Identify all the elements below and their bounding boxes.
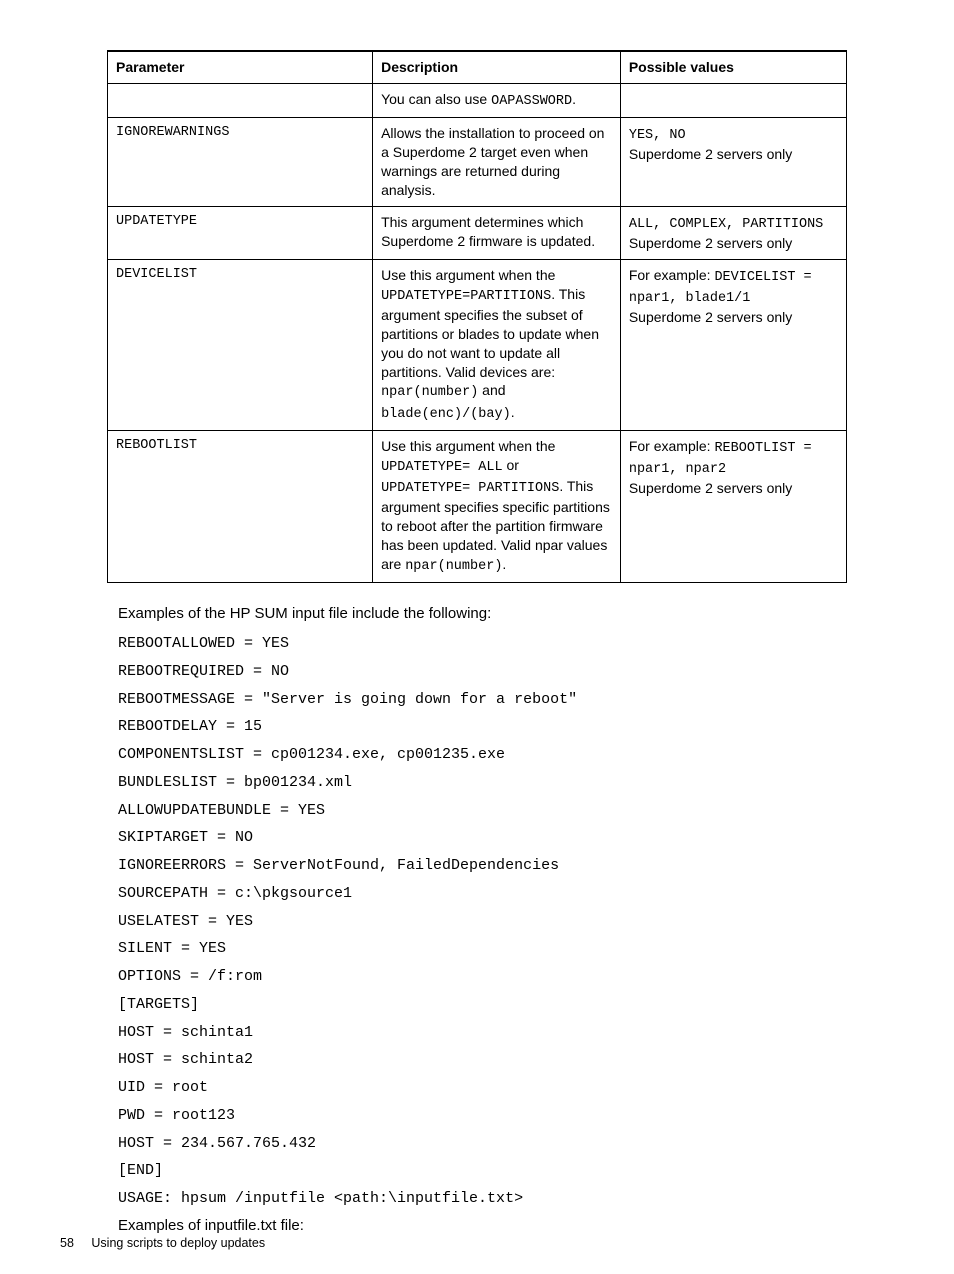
table-row: You can also use OAPASSWORD. (108, 83, 847, 117)
text: Superdome 2 servers only (629, 235, 792, 251)
page-number: 58 (60, 1236, 74, 1250)
text: You can also use (381, 91, 491, 107)
col-parameter: Parameter (108, 51, 373, 83)
code-text: blade(enc)/(bay) (381, 407, 511, 422)
text: . (511, 404, 515, 420)
table-row: UPDATETYPE This argument determines whic… (108, 206, 847, 259)
text: and (478, 382, 505, 398)
text: Superdome 2 servers only (629, 146, 792, 162)
table-row: REBOOTLIST Use this argument when the UP… (108, 430, 847, 582)
document-page: Parameter Description Possible values Yo… (0, 0, 954, 1274)
parameter-table: Parameter Description Possible values Yo… (107, 50, 847, 583)
col-possible-values: Possible values (620, 51, 846, 83)
desc-cell: This argument determines which Superdome… (373, 206, 621, 259)
example-code-block: REBOOTALLOWED = YES REBOOTREQUIRED = NO … (118, 630, 864, 1213)
desc-cell: Allows the installation to proceed on a … (373, 118, 621, 207)
desc-cell: Use this argument when the UPDATETYPE=PA… (373, 259, 621, 430)
page-footer: 58 Using scripts to deploy updates (60, 1236, 265, 1250)
param-cell: UPDATETYPE (108, 206, 373, 259)
code-text: UPDATETYPE=PARTITIONS (381, 289, 551, 304)
vals-cell: For example: REBOOTLIST = npar1, npar2 S… (620, 430, 846, 582)
text: Superdome 2 servers only (629, 309, 792, 325)
text: For example: (629, 267, 715, 283)
text: For example: (629, 438, 715, 454)
table-row: DEVICELIST Use this argument when the UP… (108, 259, 847, 430)
vals-cell: ALL, COMPLEX, PARTITIONS Superdome 2 ser… (620, 206, 846, 259)
param-cell: IGNOREWARNINGS (108, 118, 373, 207)
code-text: YES, NO (629, 128, 686, 143)
footer-title: Using scripts to deploy updates (91, 1236, 265, 1250)
desc-cell: You can also use OAPASSWORD. (373, 83, 621, 117)
col-description: Description (373, 51, 621, 83)
table-row: IGNOREWARNINGS Allows the installation t… (108, 118, 847, 207)
param-cell: DEVICELIST (108, 259, 373, 430)
text: . (572, 91, 576, 107)
after-text: Examples of inputfile.txt file: (118, 1217, 864, 1234)
vals-cell (620, 83, 846, 117)
code-text: OAPASSWORD (491, 94, 572, 109)
text: . (502, 556, 506, 572)
desc-cell: Use this argument when the UPDATETYPE= A… (373, 430, 621, 582)
code-text: UPDATETYPE= PARTITIONS (381, 481, 559, 496)
text: Use this argument when the (381, 267, 555, 283)
text: or (503, 457, 519, 473)
code-text: npar(number) (381, 385, 478, 400)
code-text: UPDATETYPE= ALL (381, 460, 503, 475)
vals-cell: YES, NO Superdome 2 servers only (620, 118, 846, 207)
text: Use this argument when the (381, 438, 555, 454)
param-cell: REBOOTLIST (108, 430, 373, 582)
intro-text: Examples of the HP SUM input file includ… (118, 605, 864, 622)
code-text: npar(number) (405, 559, 502, 574)
vals-cell: For example: DEVICELIST = npar1, blade1/… (620, 259, 846, 430)
code-text: ALL, COMPLEX, PARTITIONS (629, 217, 823, 232)
text: Superdome 2 servers only (629, 480, 792, 496)
param-cell (108, 83, 373, 117)
